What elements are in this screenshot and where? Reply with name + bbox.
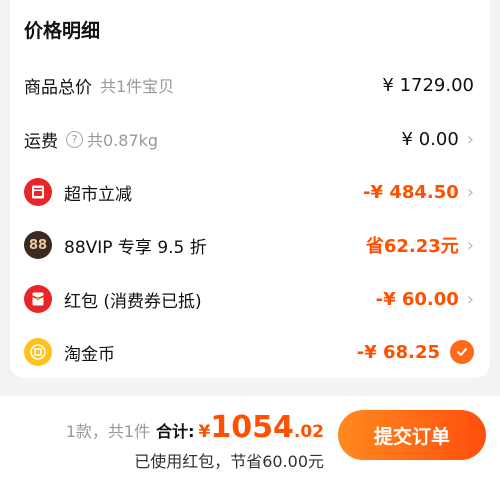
taojinbi-coin-icon [24, 338, 52, 366]
chevron-right-icon: › [466, 288, 474, 310]
price-detail-card: 价格明细 商品总价 共1件宝贝 ¥ 1729.00 运费 ? 共0.87kg ¥… [10, 0, 490, 378]
savings-note: 已使用红包，节省60.00元 [134, 452, 324, 471]
red-packet-amount: -¥ 60.00 [375, 288, 459, 310]
supermarket-discount-label: 超市立减 [64, 184, 132, 205]
currency-symbol: ¥ [198, 422, 211, 442]
total-label: 合计: [156, 422, 195, 441]
row-88vip[interactable]: 88 88VIP 专享 9.5 折 省62.23元 › [10, 225, 490, 265]
88vip-label: 88VIP 专享 9.5 折 [64, 237, 207, 258]
total-integer: 1054 [210, 410, 294, 445]
taojinbi-label: 淘金币 [64, 344, 115, 365]
total-summary: 1款，共1件 合计: ¥ 1054 .02 [66, 410, 324, 445]
shipping-amount: ¥ 0.00 [401, 128, 459, 150]
goods-total-amount: ¥ 1729.00 [382, 74, 474, 96]
goods-total-label: 商品总价 [24, 77, 92, 98]
row-taojinbi[interactable]: 淘金币 -¥ 68.25 [10, 332, 490, 372]
88vip-icon: 88 [24, 231, 52, 259]
total-decimal: .02 [293, 422, 324, 442]
goods-count: 共1件宝贝 [100, 77, 175, 96]
row-red-packet[interactable]: 红包 (消费券已抵) -¥ 60.00 › [10, 279, 490, 319]
supermarket-discount-amount: -¥ 484.50 [363, 181, 459, 203]
checkout-bar: 1款，共1件 合计: ¥ 1054 .02 已使用红包，节省60.00元 提交订… [0, 396, 500, 482]
shipping-weight: 共0.87kg [87, 131, 159, 150]
chevron-right-icon: › [466, 234, 474, 256]
88vip-saving: 省62.23元 [365, 236, 459, 257]
chevron-right-icon: › [466, 128, 474, 150]
shipping-label: 运费 [24, 131, 58, 152]
price-detail-title: 价格明细 [24, 20, 101, 42]
chevron-right-icon: › [466, 181, 474, 203]
submit-order-button[interactable]: 提交订单 [338, 410, 486, 460]
supermarket-discount-icon [24, 178, 52, 206]
taojinbi-amount: -¥ 68.25 [356, 341, 440, 363]
row-supermarket-discount[interactable]: 超市立减 -¥ 484.50 › [10, 172, 490, 212]
row-goods-total: 商品总价 共1件宝贝 ¥ 1729.00 [10, 65, 490, 105]
row-shipping[interactable]: 运费 ? 共0.87kg ¥ 0.00 › [10, 119, 490, 159]
red-packet-label: 红包 (消费券已抵) [64, 291, 202, 312]
item-count: 1款，共1件 [65, 422, 151, 441]
red-packet-icon [24, 285, 52, 313]
checkmark-icon[interactable] [450, 340, 474, 364]
question-icon[interactable]: ? [66, 130, 83, 148]
